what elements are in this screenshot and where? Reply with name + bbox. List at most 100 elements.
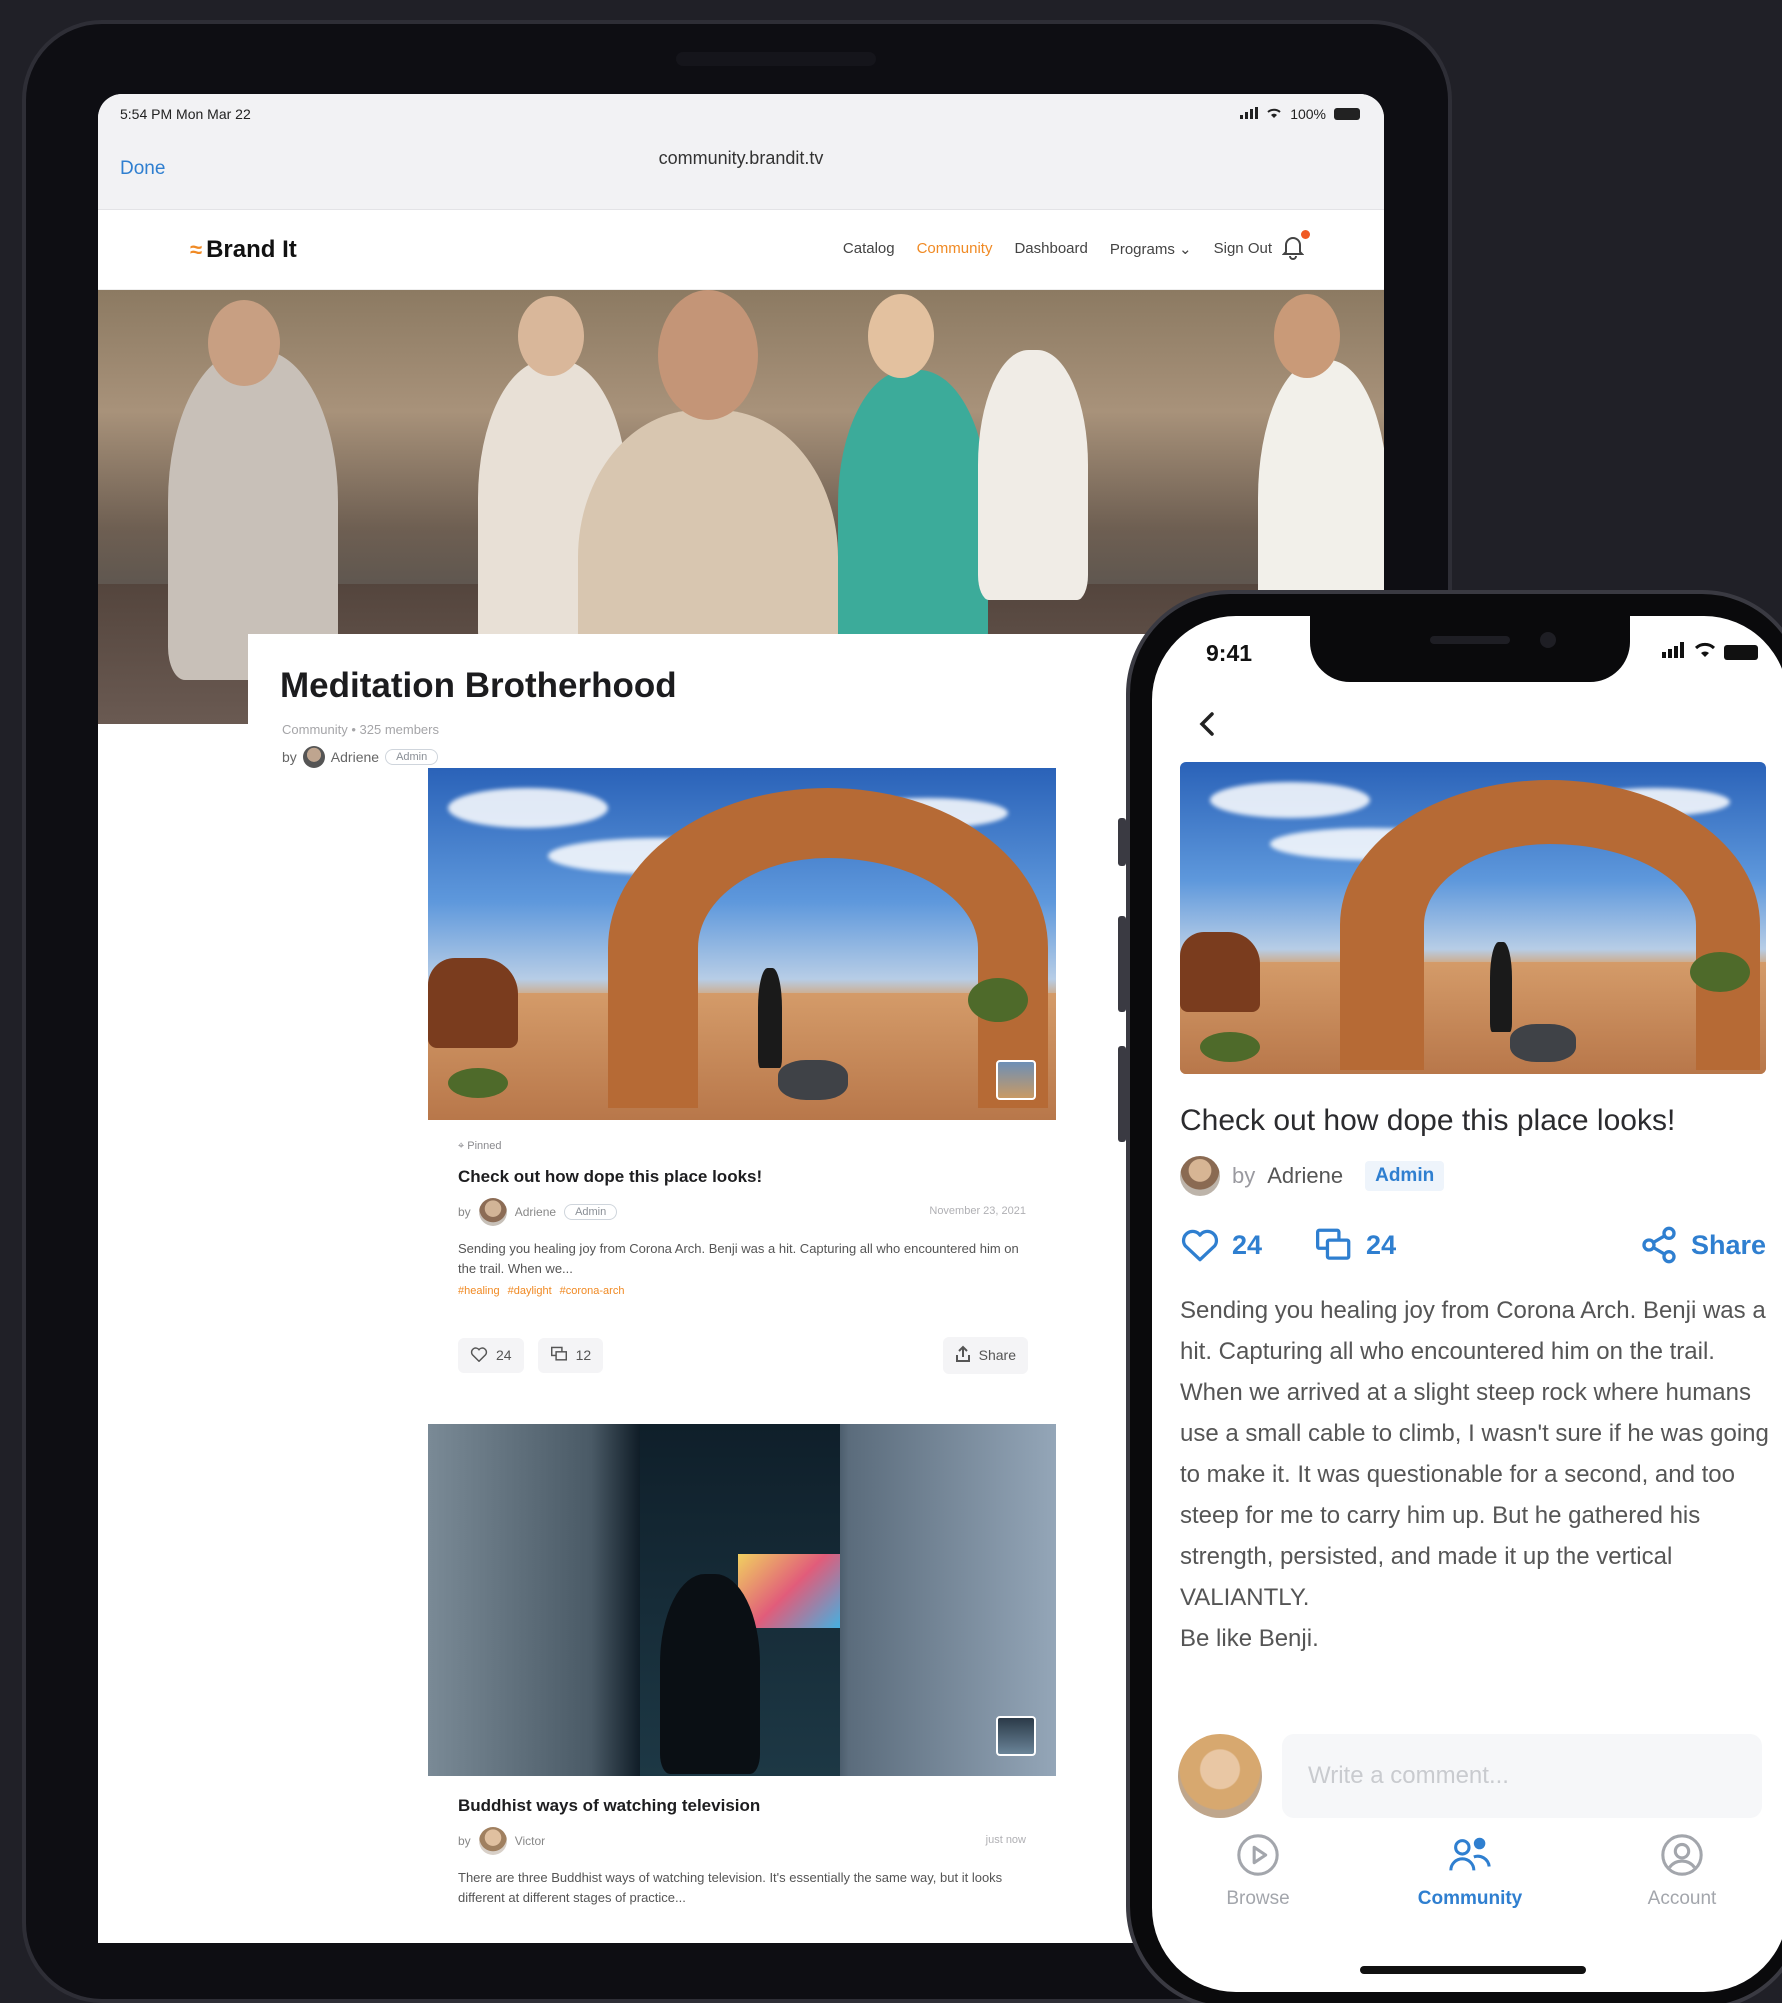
tag[interactable]: #healing (458, 1285, 500, 1297)
post-content: Buddhist ways of watching television by … (428, 1776, 1056, 1908)
site-navbar: ≈ Brand It Catalog Community Dashboard P… (98, 210, 1384, 290)
by-label: by (282, 749, 297, 765)
author-name[interactable]: Adriene (515, 1205, 556, 1219)
comment-button[interactable]: 12 (537, 1337, 604, 1373)
volume-down-button (1118, 1046, 1126, 1142)
share-button[interactable]: Share (942, 1336, 1028, 1374)
post-image[interactable] (428, 768, 1056, 1120)
share-button[interactable]: Share (1639, 1225, 1766, 1265)
url-field[interactable]: community.brandit.tv (98, 148, 1384, 169)
cover-person-head (1274, 294, 1340, 378)
nav-link-programs[interactable]: Programs ⌄ (1110, 240, 1192, 258)
speaker (1430, 636, 1510, 644)
post-date: November 23, 2021 (929, 1205, 1026, 1217)
heart-icon (470, 1346, 488, 1365)
cover-person-head (658, 290, 758, 420)
avatar[interactable] (478, 1198, 507, 1226)
person-figure (758, 968, 782, 1068)
battery-percent: 100% (1290, 106, 1326, 122)
home-indicator[interactable] (1360, 1966, 1586, 1974)
user-circle-icon (1661, 1834, 1703, 1876)
tab-label: Browse (1226, 1888, 1290, 1909)
role-badge: Admin (385, 749, 439, 765)
cover-person-head (208, 300, 280, 386)
nav-link-community[interactable]: Community (917, 240, 993, 258)
phone-screen: 9:41 Check out how dope this place looks… (1152, 616, 1782, 1992)
community-title: Meditation Brotherhood (280, 666, 677, 705)
cloud (448, 788, 608, 828)
pinned-label: ⌖ Pinned (458, 1140, 1026, 1153)
post-content: ⌖ Pinned Check out how dope this place l… (428, 1120, 1056, 1297)
post-body-closing: Be like Benji. (1180, 1625, 1319, 1652)
avatar[interactable] (302, 746, 325, 768)
signal-icon (1240, 106, 1259, 122)
notch (1310, 616, 1630, 682)
nav-link-catalog[interactable]: Catalog (843, 240, 895, 258)
post-excerpt: There are three Buddhist ways of watchin… (458, 1870, 1003, 1905)
back-button[interactable] (1188, 704, 1228, 744)
play-circle-icon (1237, 1834, 1279, 1876)
brand-logo[interactable]: ≈ Brand It (190, 236, 297, 264)
nav-link-dashboard[interactable]: Dashboard (1014, 240, 1087, 258)
cover-person-head (868, 294, 934, 378)
dog (778, 1060, 848, 1100)
post-author-row: by Adriene Admin (1180, 1156, 1445, 1196)
notification-dot (1301, 230, 1310, 239)
tab-browse[interactable]: Browse (1168, 1832, 1348, 1952)
bottom-tab-bar: Browse Community Account (1152, 1832, 1782, 1952)
tab-account[interactable]: Account (1592, 1832, 1772, 1952)
gallery-thumbnail[interactable] (996, 1716, 1036, 1756)
status-time: 9:41 (1206, 640, 1253, 666)
post-image[interactable] (1180, 762, 1766, 1074)
mute-switch (1118, 818, 1126, 866)
battery-icon (1334, 108, 1360, 120)
like-button[interactable]: 24 (1180, 1227, 1262, 1263)
tablet-camera (676, 52, 876, 66)
like-button[interactable]: 24 (458, 1337, 524, 1373)
cover-person (978, 350, 1088, 600)
nav-links: Catalog Community Dashboard Programs ⌄ S… (843, 240, 1272, 258)
avatar[interactable] (478, 1827, 507, 1855)
role-badge: Admin (564, 1204, 618, 1220)
author-name[interactable]: Victor (515, 1834, 545, 1848)
post-tags: #healing #daylight #corona-arch (458, 1285, 1026, 1297)
bush (1200, 1032, 1260, 1062)
feed-post[interactable]: ⌖ Pinned Check out how dope this place l… (428, 768, 1056, 1387)
post-date: just now (985, 1834, 1026, 1846)
bell-icon[interactable] (1281, 234, 1305, 260)
comment-button[interactable]: 24 (1314, 1227, 1396, 1263)
status-system-icons (1662, 642, 1758, 663)
rock (428, 958, 518, 1048)
person-silhouette (660, 1574, 760, 1774)
post-title[interactable]: Buddhist ways of watching television (458, 1796, 1026, 1816)
wifi-icon (1266, 106, 1282, 122)
post-author-row: by Victor just now (458, 1826, 1026, 1856)
people-icon (1449, 1837, 1491, 1871)
like-count: 24 (1232, 1229, 1263, 1260)
avatar[interactable] (1180, 1156, 1220, 1196)
bush (968, 978, 1028, 1022)
brand-mark-icon: ≈ (190, 237, 203, 262)
share-label: Share (1690, 1229, 1766, 1260)
status-time: 5:54 PM Mon Mar 22 (120, 106, 251, 122)
phone-device: 9:41 Check out how dope this place looks… (1118, 590, 1782, 2003)
by-label: by (458, 1205, 471, 1219)
comment-input[interactable] (1282, 1734, 1762, 1818)
post-image[interactable] (428, 1424, 1056, 1776)
upload-icon (955, 1345, 971, 1366)
comment-icon (1316, 1228, 1351, 1260)
chevron-left-icon (1199, 712, 1214, 736)
arch-photo (1180, 762, 1766, 1074)
author-name[interactable]: Adriene (1267, 1163, 1343, 1189)
pin-icon: ⌖ (458, 1140, 468, 1152)
tag[interactable]: #corona-arch (560, 1285, 625, 1297)
post-title[interactable]: Check out how dope this place looks! (458, 1167, 1026, 1187)
feed-post[interactable]: Buddhist ways of watching television by … (428, 1424, 1056, 1908)
cover-person (168, 350, 338, 680)
gallery-thumbnail[interactable] (996, 1060, 1036, 1100)
tab-community[interactable]: Community (1380, 1832, 1560, 1952)
tag[interactable]: #daylight (508, 1285, 552, 1297)
nav-link-sign-out[interactable]: Sign Out (1214, 240, 1272, 258)
author-name[interactable]: Adriene (331, 749, 379, 765)
tab-label: Account (1647, 1888, 1717, 1909)
